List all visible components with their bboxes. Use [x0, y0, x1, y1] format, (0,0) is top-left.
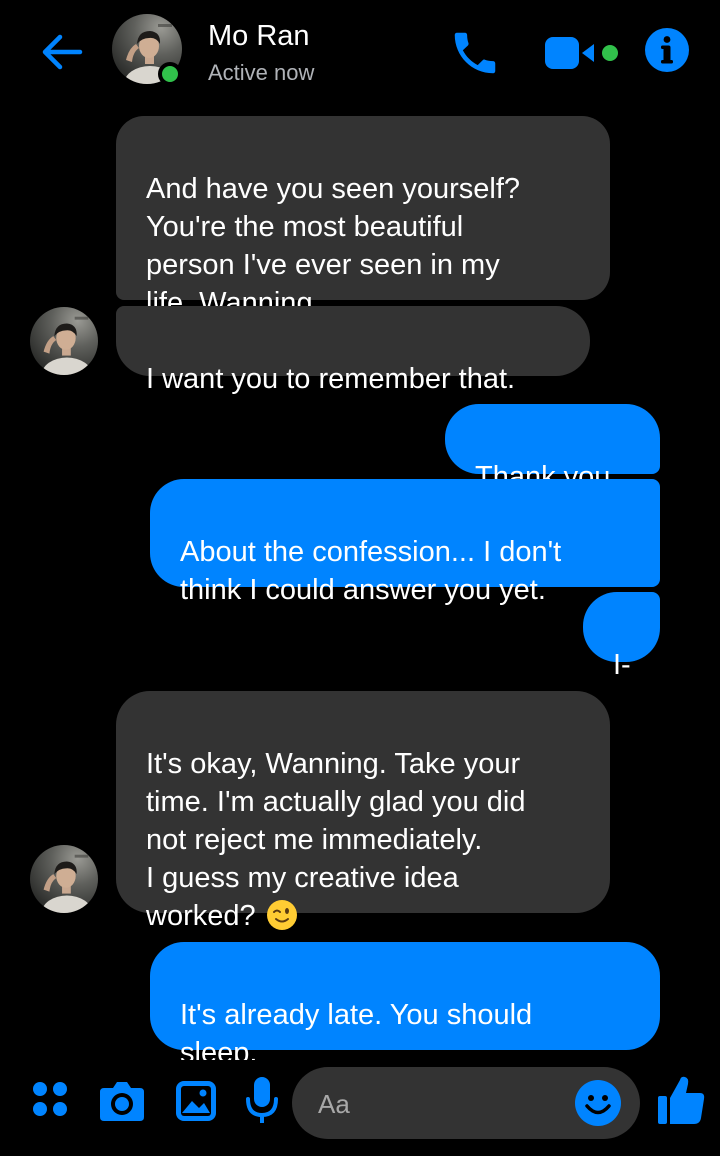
- message-text: About the confession... I don't think I …: [180, 536, 562, 606]
- emoji-button[interactable]: [574, 1079, 622, 1127]
- like-button[interactable]: [656, 1074, 706, 1126]
- message-thread[interactable]: And have you seen yourself? You're the m…: [0, 0, 720, 1060]
- emoji-icon: [575, 1080, 621, 1126]
- active-status: Active now: [208, 60, 315, 85]
- back-arrow-icon: [42, 34, 83, 70]
- message-text: And have you seen yourself? You're the m…: [146, 173, 521, 319]
- back-button[interactable]: [38, 28, 86, 76]
- online-status-indicator: [158, 62, 182, 86]
- info-icon: [645, 28, 689, 72]
- voice-message-button[interactable]: [244, 1075, 280, 1127]
- message-bubble-incoming[interactable]: I want you to remember that.: [116, 306, 590, 395]
- microphone-icon: [246, 1077, 278, 1123]
- camera-button[interactable]: [98, 1080, 146, 1122]
- message-input-box[interactable]: [292, 1067, 640, 1141]
- video-call-button[interactable]: [542, 30, 624, 76]
- more-actions-button[interactable]: [30, 1079, 70, 1119]
- message-bubble-incoming[interactable]: It's okay, Wanning. Take your time. I'm …: [116, 691, 610, 932]
- thumbs-up-icon: [658, 1076, 705, 1124]
- message-text: I-: [613, 649, 631, 681]
- avatar-photo: [30, 845, 98, 913]
- conversation-header: Mo Ran Active now: [0, 0, 720, 104]
- message-bubble-outgoing[interactable]: It's already late. You should sleep.: [150, 942, 660, 1060]
- voice-call-button[interactable]: [448, 26, 502, 80]
- winking-face-emoji: [266, 900, 297, 930]
- message-bubble-outgoing[interactable]: About the confession... I don't think I …: [150, 479, 660, 606]
- message-text: It's already late. You should sleep.: [180, 999, 533, 1060]
- menu-dots-icon: [33, 1082, 67, 1116]
- gallery-icon: [176, 1081, 216, 1121]
- contact-name[interactable]: Mo Ran: [208, 18, 310, 54]
- message-text: I want you to remember that.: [146, 363, 516, 395]
- phone-icon: [454, 32, 496, 74]
- sender-avatar[interactable]: [30, 307, 98, 375]
- gallery-button[interactable]: [174, 1079, 218, 1123]
- message-input[interactable]: [316, 1067, 570, 1141]
- avatar-photo: [30, 307, 98, 375]
- message-bubble-outgoing[interactable]: I-: [583, 592, 660, 681]
- message-text: It's okay, Wanning. Take your time. I'm …: [146, 748, 526, 932]
- camera-icon: [100, 1082, 144, 1121]
- message-composer: [0, 1060, 720, 1156]
- conversation-info-button[interactable]: [644, 27, 690, 73]
- message-bubble-outgoing[interactable]: Thank you.: [445, 404, 660, 493]
- video-camera-icon: [545, 37, 618, 69]
- message-bubble-incoming[interactable]: And have you seen yourself? You're the m…: [116, 116, 610, 319]
- sender-avatar[interactable]: [30, 845, 98, 913]
